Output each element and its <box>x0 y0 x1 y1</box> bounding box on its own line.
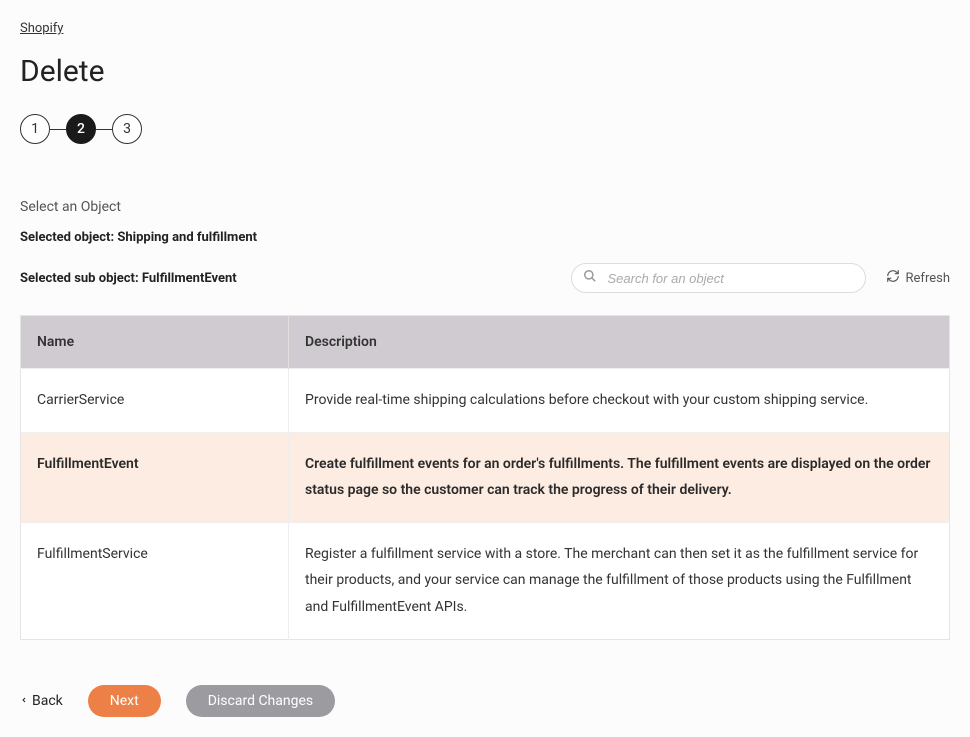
row-description: Register a fulfillment service with a st… <box>289 522 950 639</box>
table-row[interactable]: FulfillmentService Register a fulfillmen… <box>21 522 950 639</box>
step-1[interactable]: 1 <box>20 114 50 144</box>
refresh-button[interactable]: Refresh <box>886 269 950 287</box>
stepper: 1 2 3 <box>20 114 950 144</box>
step-2[interactable]: 2 <box>66 114 96 144</box>
table-row[interactable]: CarrierService Provide real-time shippin… <box>21 369 950 433</box>
selected-object-line: Selected object: Shipping and fulfillmen… <box>20 230 950 245</box>
object-table: Name Description CarrierService Provide … <box>20 315 950 640</box>
step-connector <box>50 129 66 130</box>
selected-sub-object-line: Selected sub object: FulfillmentEvent <box>20 271 237 286</box>
row-name: FulfillmentEvent <box>21 432 289 522</box>
row-description: Create fulfillment events for an order's… <box>289 432 950 522</box>
section-label: Select an Object <box>20 199 950 215</box>
search-input[interactable] <box>571 263 866 293</box>
step-connector <box>96 129 112 130</box>
refresh-label: Refresh <box>906 271 950 286</box>
table-header-description: Description <box>289 316 950 369</box>
breadcrumb-shopify[interactable]: Shopify <box>20 21 63 36</box>
step-3[interactable]: 3 <box>112 114 142 144</box>
search-wrap <box>571 263 866 293</box>
row-description: Provide real-time shipping calculations … <box>289 369 950 433</box>
page-title: Delete <box>20 54 950 89</box>
table-header-name: Name <box>21 316 289 369</box>
row-name: CarrierService <box>21 369 289 433</box>
refresh-icon <box>886 269 900 287</box>
table-row[interactable]: FulfillmentEvent Create fulfillment even… <box>21 432 950 522</box>
row-name: FulfillmentService <box>21 522 289 639</box>
